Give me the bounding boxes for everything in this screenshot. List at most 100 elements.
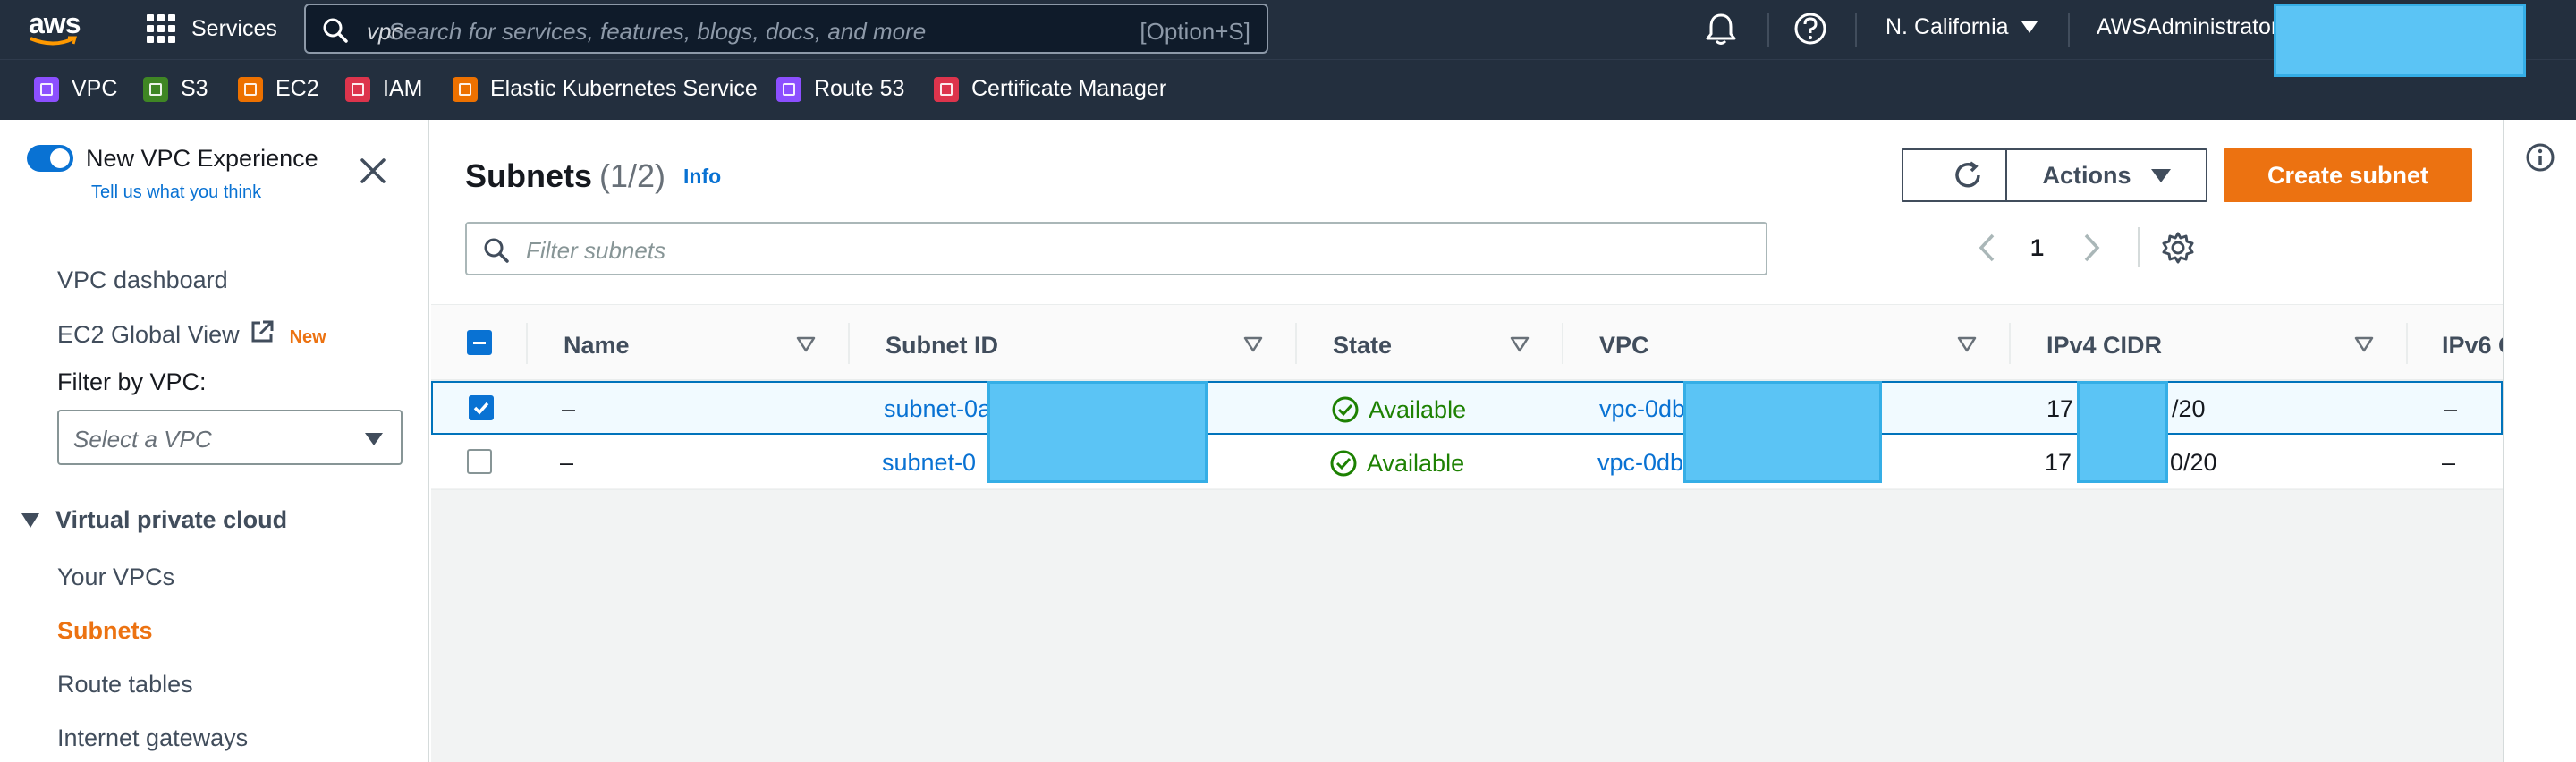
sort-icon[interactable] (796, 335, 816, 353)
actions-label: Actions (2042, 161, 2131, 189)
favorite-label: S3 (181, 76, 208, 101)
row-checkbox[interactable] (467, 449, 492, 474)
section-title: Virtual private cloud (55, 506, 288, 533)
sort-icon[interactable] (2354, 335, 2374, 353)
table-row[interactable]: – subnet-0a Available vpc-0db 17 /20 – (431, 381, 2503, 435)
column-divider (1295, 323, 1297, 364)
column-header-ipv4-cidr[interactable]: IPv4 CIDR (2046, 332, 2162, 360)
vpc-filter-select[interactable]: Select a VPC (57, 410, 402, 465)
search-placeholder: Search for services, features, blogs, do… (388, 18, 927, 45)
acm-service-icon (934, 76, 959, 102)
redaction-box (2274, 4, 2526, 77)
column-header-state[interactable]: State (1333, 332, 1392, 360)
grid-icon (147, 14, 175, 43)
services-menu-button[interactable]: Services (147, 9, 277, 48)
state-label: Available (1367, 449, 1465, 477)
checkmark-icon (473, 402, 489, 415)
column-divider (526, 323, 528, 364)
favorite-s3[interactable]: S3 (143, 76, 208, 102)
nav-subnets[interactable]: Subnets (57, 617, 153, 645)
cell-ipv4-cidr-suffix: 0/20 (2170, 449, 2217, 476)
table-row[interactable]: – subnet-0 Available vpc-0db 17 0/20 – (431, 436, 2503, 490)
column-header-vpc[interactable]: VPC (1599, 332, 1649, 360)
main-content: Subnets (1/2) Info Actions Create subnet F… (431, 120, 2516, 762)
ec2-service-icon (238, 76, 263, 102)
table-header: Name Subnet ID State VPC IPv4 CIDR IPv6 … (431, 304, 2516, 381)
nav-ec2-global-view[interactable]: EC2 Global View New (57, 318, 326, 349)
new-vpc-experience-label: New VPC Experience (86, 145, 318, 172)
favorite-iam[interactable]: IAM (345, 76, 422, 102)
cell-vpc[interactable]: vpc-0db (1597, 449, 1683, 477)
info-icon[interactable] (2524, 141, 2556, 174)
help-icon[interactable] (1792, 11, 1828, 47)
eks-service-icon (453, 76, 478, 102)
page-title: Subnets (1/2) Info (465, 157, 721, 195)
redaction-box (1683, 381, 1882, 483)
refresh-icon (1955, 161, 1980, 188)
filter-by-vpc-label: Filter by VPC: (57, 368, 207, 395)
column-divider (2009, 323, 2011, 364)
column-divider (2406, 323, 2408, 364)
favorite-route53[interactable]: Route 53 (776, 76, 904, 102)
favorite-eks[interactable]: Elastic Kubernetes Service (453, 76, 758, 102)
cell-ipv6: – (2444, 395, 2458, 422)
column-header-name[interactable]: Name (564, 332, 630, 360)
filter-subnets-input[interactable]: Filter subnets (465, 222, 1767, 275)
cell-state: Available (1329, 449, 1464, 478)
status-success-icon (1330, 450, 1357, 477)
nav-divider (1855, 13, 1857, 47)
cell-vpc[interactable]: vpc-0db (1599, 395, 1685, 423)
cell-name: – (560, 449, 574, 476)
caret-down-icon (2150, 168, 2171, 182)
region-label: N. California (1885, 14, 2009, 39)
actions-button[interactable]: Actions (2005, 148, 2207, 202)
sort-icon[interactable] (1510, 335, 1530, 353)
aws-logo[interactable]: aws (27, 7, 91, 52)
favorite-label: Elastic Kubernetes Service (490, 76, 758, 101)
vpc-filter-placeholder: Select a VPC (73, 426, 212, 453)
global-search-input[interactable]: vpc Search for services, features, blogs… (304, 4, 1268, 54)
favorite-certificate-manager[interactable]: Certificate Manager (934, 76, 1166, 102)
cell-subnet-id[interactable]: subnet-0 (882, 449, 976, 477)
nav-divider (2068, 13, 2070, 47)
status-success-icon (1332, 396, 1359, 423)
chevron-right-icon[interactable] (2082, 233, 2102, 263)
redaction-box (2077, 381, 2168, 483)
feedback-link[interactable]: Tell us what you think (91, 182, 261, 203)
new-vpc-experience-toggle[interactable] (27, 145, 73, 172)
select-all-checkbox[interactable] (467, 330, 492, 355)
section-virtual-private-cloud[interactable]: Virtual private cloud (21, 506, 287, 534)
cell-name: – (562, 395, 576, 422)
row-checkbox[interactable] (469, 395, 494, 420)
cell-ipv6: – (2442, 449, 2456, 476)
favorite-ec2[interactable]: EC2 (238, 76, 319, 102)
region-selector[interactable]: N. California (1885, 14, 2038, 40)
gear-icon[interactable] (2161, 231, 2195, 265)
subnets-panel: Subnets (1/2) Info Actions Create subnet F… (431, 120, 2516, 490)
search-icon (484, 238, 509, 263)
cell-ipv4-cidr-prefix: 17 (2045, 449, 2072, 476)
nav-vpc-dashboard[interactable]: VPC dashboard (57, 267, 228, 294)
notifications-bell-icon[interactable] (1705, 11, 1737, 47)
nav-route-tables[interactable]: Route tables (57, 671, 193, 698)
create-subnet-button[interactable]: Create subnet (2224, 148, 2472, 202)
account-name: AWSAdministrator (2097, 14, 2279, 39)
page-number[interactable]: 1 (2030, 234, 2044, 262)
services-label: Services (191, 15, 277, 41)
state-label: Available (1368, 395, 1467, 423)
nav-internet-gateways[interactable]: Internet gateways (57, 724, 248, 752)
close-icon[interactable] (360, 157, 386, 184)
favorite-label: IAM (383, 76, 423, 101)
external-link-icon (251, 320, 274, 343)
column-header-subnet-id[interactable]: Subnet ID (886, 332, 998, 360)
search-shortcut: [Option+S] (1140, 18, 1250, 45)
caret-down-icon (365, 433, 383, 445)
sort-icon[interactable] (1957, 335, 1977, 353)
info-link[interactable]: Info (683, 165, 721, 188)
account-menu[interactable]: AWSAdministrator (2097, 14, 2278, 40)
chevron-left-icon[interactable] (1977, 233, 1996, 263)
nav-your-vpcs[interactable]: Your VPCs (57, 563, 174, 591)
sort-icon[interactable] (1243, 335, 1263, 353)
favorite-vpc[interactable]: VPC (34, 76, 117, 102)
cell-subnet-id[interactable]: subnet-0a (884, 395, 991, 423)
